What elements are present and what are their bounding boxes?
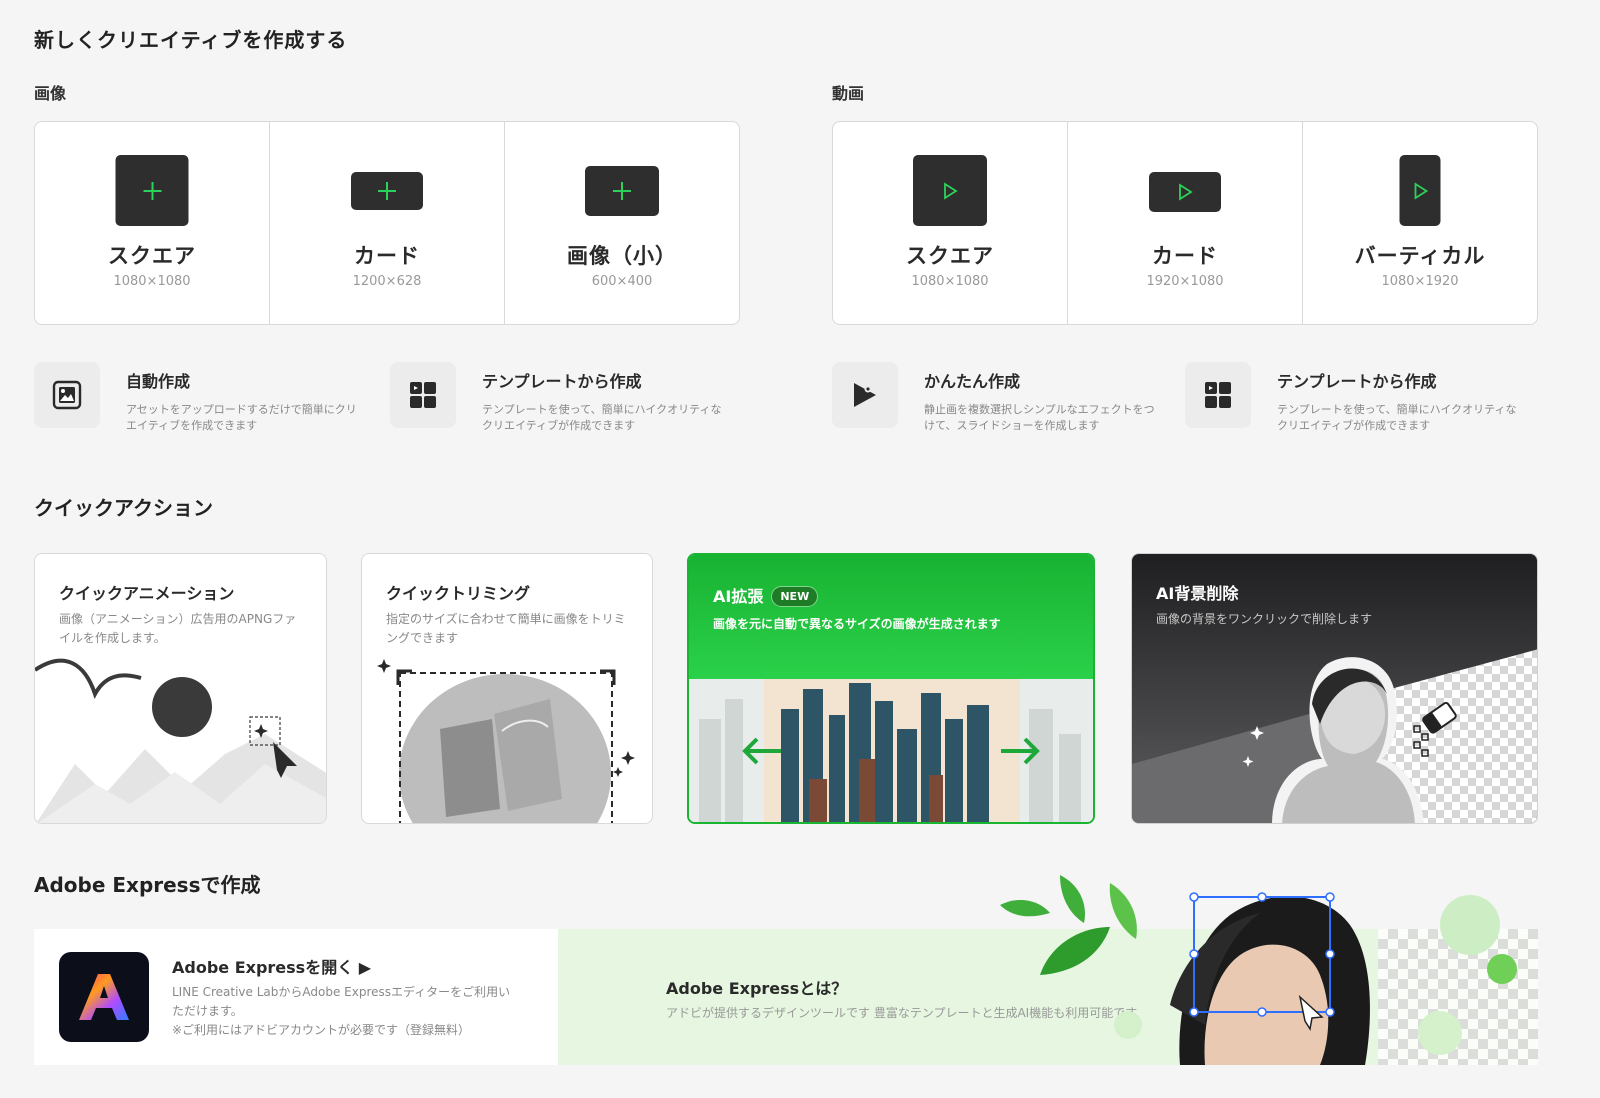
image-card-square[interactable]: スクエア 1080×1080 [35,122,270,324]
creator-title: 自動作成 [126,372,191,391]
qa-description: 指定のサイズに合わせて簡単に画像をトリミングできます [386,612,626,645]
card-dimensions: 600×400 [591,274,653,289]
video-card-square[interactable]: スクエア 1080×1080 [833,122,1068,324]
creator-title: テンプレートから作成 [1277,372,1437,391]
play-icon [1399,155,1441,226]
city-illustration [689,679,1093,822]
template-grid-icon [390,362,456,428]
card-dimensions: 1080×1080 [911,274,989,289]
creator-description: 静止画を複数選択しシンプルなエフェクトをつけて、スライドショーを作成します [924,403,1155,432]
adobe-express-logo[interactable] [59,952,149,1042]
template-create-image-option[interactable]: テンプレートから作成 テンプレートを使って、簡単にハイクオリティなクリエイティブ… [390,362,722,434]
image-size-cards: スクエア 1080×1080 カード 1200×628 画像（小） 600×40… [34,121,740,325]
plus-icon [585,166,659,216]
image-section-label: 画像 [34,84,67,103]
play-icon [1149,172,1221,212]
easy-create-option[interactable]: かんたん作成 静止画を複数選択しシンプルなエフェクトをつけて、スライドショーを作… [832,362,1164,434]
card-name: 画像（小） [567,244,677,268]
card-dimensions: 1080×1080 [113,274,191,289]
ai-expand-title: AI拡張 [713,587,764,606]
adobe-open-note: ※ご利用にはアドビアカウントが必要です（登録無料） [172,1023,471,1037]
card-dimensions: 1080×1920 [1381,274,1459,289]
qa-title: クイックトリミング [386,584,531,603]
qa-description: 画像の背景をワンクリックで削除します [1156,612,1373,626]
new-badge: NEW [771,586,819,607]
card-name: バーティカル [1354,244,1486,268]
card-name: スクエア [108,244,196,268]
image-frame-icon [34,362,100,428]
creator-title: テンプレートから作成 [482,372,642,391]
qa-title: AI背景削除 [1156,584,1239,603]
image-card-card[interactable]: カード 1200×628 [270,122,505,324]
template-grid-icon [1185,362,1251,428]
play-icon [913,155,987,226]
card-name: カード [1152,244,1218,268]
quick-animation-card[interactable]: クイックアニメーション 画像（アニメーション）広告用のAPNGファイルを作成しま… [34,553,327,824]
auto-create-option[interactable]: 自動作成 アセットをアップロードするだけで簡単にクリエイティブを作成できます [34,362,366,434]
trimming-illustration [377,659,635,823]
video-section-label: 動画 [832,84,865,103]
card-dimensions: 1920×1080 [1146,274,1224,289]
qa-description: 画像を元に自動で異なるサイズの画像が生成されます [713,617,1001,631]
plus-icon [351,172,423,210]
adobe-open-link[interactable]: Adobe Expressを開く ▶ [172,954,371,978]
adobe-open-description: LINE Creative LabからAdobe Expressエディターをご利… [172,985,511,1018]
quick-actions-label: クイックアクション [34,496,213,520]
play-sparkle-icon [832,362,898,428]
video-card-card[interactable]: カード 1920×1080 [1068,122,1303,324]
creator-description: テンプレートを使って、簡単にハイクオリティなクリエイティブが作成できます [482,403,722,432]
creator-description: テンプレートを使って、簡単にハイクオリティなクリエイティブが作成できます [1277,403,1517,432]
adobe-hero-illustration [1000,875,1517,1065]
plus-icon [115,155,189,226]
adobe-about-title: Adobe Expressとは？ [666,979,848,998]
quick-trimming-card[interactable]: クイックトリミング 指定のサイズに合わせて簡単に画像をトリミングできます [361,553,653,824]
video-card-vertical[interactable]: バーティカル 1080×1920 [1303,122,1537,324]
image-card-small[interactable]: 画像（小） 600×400 [505,122,739,324]
qa-title: AI拡張 NEW [713,583,819,607]
video-size-cards: スクエア 1080×1080 カード 1920×1080 バーティカル 1080… [832,121,1538,325]
template-create-video-option[interactable]: テンプレートから作成 テンプレートを使って、簡単にハイクオリティなクリエイティブ… [1185,362,1517,434]
animation-illustration [35,658,326,823]
page-title: 新しくクリエイティブを作成する [34,28,348,52]
ai-background-removal-card[interactable]: AI背景削除 画像の背景をワンクリックで削除します [1131,553,1538,824]
creator-title: かんたん作成 [924,372,1021,391]
qa-description: 画像（アニメーション）広告用のAPNGファイルを作成します。 [59,612,297,645]
ai-expand-card[interactable]: AI拡張 NEW 画像を元に自動で異なるサイズの画像が生成されます [687,553,1095,824]
card-dimensions: 1200×628 [352,274,422,289]
qa-title: クイックアニメーション [59,584,235,603]
creator-description: アセットをアップロードするだけで簡単にクリエイティブを作成できます [126,403,357,432]
adobe-express-label: Adobe Expressで作成 [34,873,261,897]
card-name: スクエア [906,244,994,268]
card-name: カード [354,244,420,268]
